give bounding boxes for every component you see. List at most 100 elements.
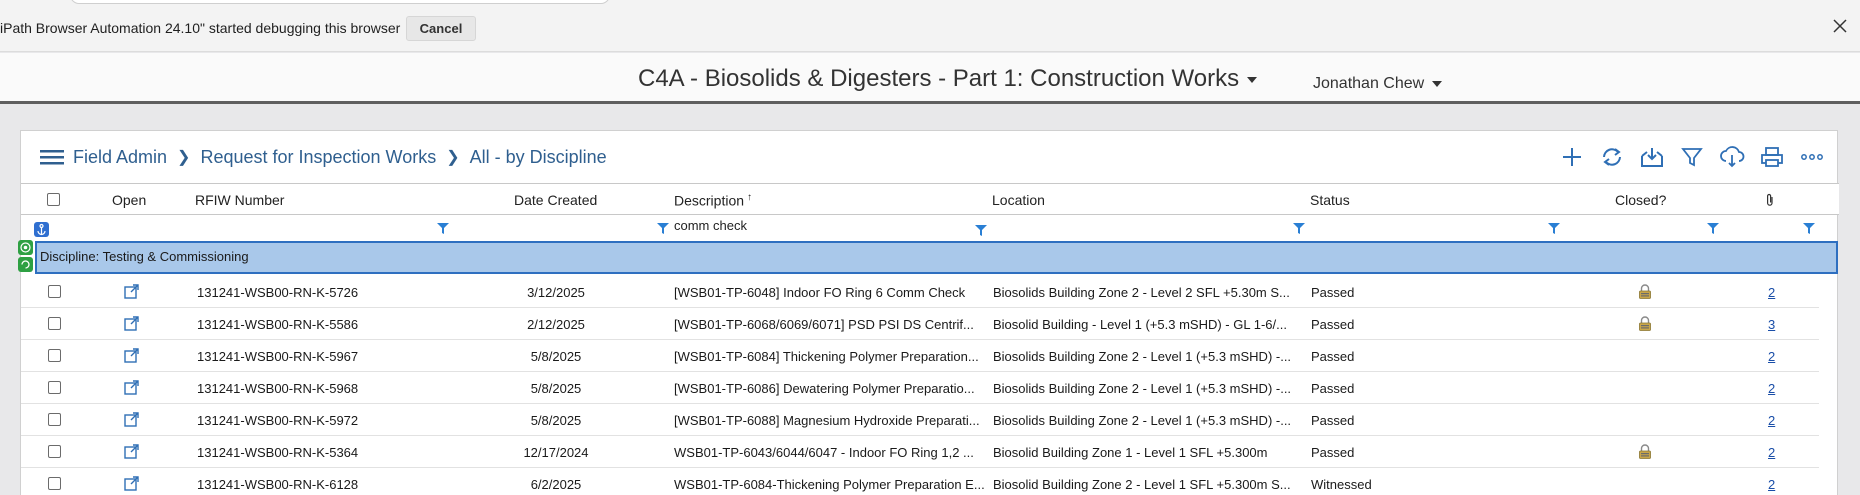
column-header-location[interactable]: Location (992, 192, 1045, 208)
attachments-link[interactable]: 2 (1768, 413, 1775, 428)
cell-status: Passed (1311, 285, 1355, 300)
table-row[interactable]: 131241-WSB00-RN-K-5586 2/12/2025 [WSB01-TP… (21, 308, 1819, 340)
cell-rfiw-number: 131241-WSB00-RN-K-5364 (197, 445, 359, 460)
table-row[interactable]: 131241-WSB00-RN-K-5972 5/8/2025 [WSB01-TP-… (21, 404, 1819, 436)
row-checkbox[interactable] (48, 477, 61, 490)
attachments-link[interactable]: 2 (1768, 381, 1775, 396)
cell-rfiw-number: 131241-WSB00-RN-K-5972 (197, 413, 359, 428)
anchor-icon[interactable] (34, 222, 49, 237)
address-bar-fragment[interactable] (70, 0, 610, 4)
row-checkbox[interactable] (48, 445, 61, 458)
filter-funnel-icon[interactable] (437, 221, 449, 234)
print-icon[interactable] (1755, 143, 1789, 171)
add-icon[interactable] (1555, 143, 1589, 171)
breadcrumb-request-inspection-works[interactable]: Request for Inspection Works (200, 147, 436, 168)
user-menu[interactable]: Jonathan Chew (1313, 75, 1443, 93)
row-checkbox[interactable] (48, 349, 61, 362)
cell-description: WSB01-TP-6084-Thickening Polymer Prepara… (674, 477, 985, 492)
column-header-closed[interactable]: Closed? (1615, 192, 1666, 208)
select-all-checkbox[interactable] (47, 193, 60, 206)
cell-location: Biosolid Building Zone 2 - Level 1 SFL +… (993, 477, 1291, 492)
cell-status: Passed (1311, 317, 1355, 332)
debug-banner: iPath Browser Automation 24.10" started … (0, 0, 1860, 52)
cell-location: Biosolids Building Zone 2 - Level 1 (+5.… (993, 349, 1292, 364)
lock-icon (1638, 444, 1652, 459)
lock-icon (1638, 284, 1652, 299)
open-external-icon[interactable] (124, 444, 140, 459)
hamburger-menu-icon[interactable] (39, 148, 65, 166)
toolbar (1555, 143, 1829, 171)
project-selector[interactable]: C4A - Biosolids & Digesters - Part 1: Co… (638, 65, 1258, 93)
cancel-debug-button[interactable]: Cancel (406, 16, 476, 41)
grid-header: Open RFIW Number Date Created Descriptio… (21, 183, 1839, 215)
chevron-right-icon: ❯ (177, 149, 191, 166)
cell-status: Passed (1311, 445, 1355, 460)
refresh-badge-icon[interactable] (18, 257, 33, 272)
row-checkbox[interactable] (48, 381, 61, 394)
row-checkbox[interactable] (48, 317, 61, 330)
row-checkbox[interactable] (48, 285, 61, 298)
cell-rfiw-number: 131241-WSB00-RN-K-5726 (197, 285, 359, 300)
more-icon[interactable] (1795, 143, 1829, 171)
table-row[interactable]: 131241-WSB00-RN-K-5364 12/17/2024 WSB01-TP… (21, 436, 1819, 468)
column-header-date-created[interactable]: Date Created (514, 192, 597, 208)
table-row[interactable]: 131241-WSB00-RN-K-6128 6/2/2025 WSB01-TP-6… (21, 468, 1819, 495)
refresh-icon[interactable] (1595, 143, 1629, 171)
attachments-link[interactable]: 3 (1768, 317, 1775, 332)
debug-message: iPath Browser Automation 24.10" started … (0, 20, 401, 36)
open-external-icon[interactable] (124, 284, 140, 299)
breadcrumb-field-admin[interactable]: Field Admin (73, 147, 167, 168)
filter-funnel-icon[interactable] (657, 221, 669, 234)
column-header-description[interactable]: Description ↑ (674, 192, 752, 209)
cell-description: WSB01-TP-6043/6044/6047 - Indoor FO Ring… (674, 445, 974, 460)
target-icon[interactable] (18, 240, 33, 255)
breadcrumb-all-by-discipline[interactable]: All - by Discipline (470, 147, 607, 168)
user-name: Jonathan Chew (1313, 75, 1425, 92)
import-icon[interactable] (1635, 143, 1669, 171)
filter-row: comm check (21, 216, 1839, 236)
cell-date-created: 5/8/2025 (530, 381, 582, 396)
cell-rfiw-number: 131241-WSB00-RN-K-5968 (197, 381, 359, 396)
header-divider (0, 101, 1860, 104)
filter-funnel-icon[interactable] (1548, 221, 1560, 234)
main-panel: Field Admin ❯ Request for Inspection Wor… (18, 130, 1839, 495)
open-external-icon[interactable] (124, 316, 140, 331)
chevron-right-icon: ❯ (446, 149, 460, 166)
cell-date-created: 2/12/2025 (527, 317, 585, 332)
cell-date-created: 3/12/2025 (527, 285, 585, 300)
filter-funnel-icon[interactable] (975, 223, 987, 236)
cell-description: [WSB01-TP-6084] Thickening Polymer Prepa… (674, 349, 979, 364)
cell-date-created: 5/8/2025 (530, 349, 582, 364)
cell-location: Biosolids Building Zone 2 - Level 1 (+5.… (993, 413, 1292, 428)
open-external-icon[interactable] (124, 476, 140, 491)
attachments-link[interactable]: 2 (1768, 349, 1775, 364)
filter-icon[interactable] (1675, 143, 1709, 171)
open-external-icon[interactable] (124, 348, 140, 363)
paperclip-icon[interactable] (1765, 193, 1775, 210)
close-icon[interactable] (1830, 16, 1850, 36)
table-row[interactable]: 131241-WSB00-RN-K-5726 3/12/2025 [WSB01-TP… (21, 276, 1819, 308)
group-row-discipline[interactable]: Discipline: Testing & Commissioning (35, 241, 1838, 274)
cell-rfiw-number: 131241-WSB00-RN-K-5967 (197, 349, 359, 364)
description-filter-input[interactable]: comm check (674, 218, 747, 233)
attachments-link[interactable]: 2 (1768, 445, 1775, 460)
column-header-description-label: Description (674, 192, 745, 209)
column-header-open[interactable]: Open (112, 192, 146, 208)
attachments-link[interactable]: 2 (1768, 477, 1775, 492)
open-external-icon[interactable] (124, 380, 140, 395)
chevron-down-icon (1247, 76, 1258, 83)
table-row[interactable]: 131241-WSB00-RN-K-5968 5/8/2025 [WSB01-TP-… (21, 372, 1819, 404)
open-external-icon[interactable] (124, 412, 140, 427)
column-header-rfiw-number[interactable]: RFIW Number (195, 192, 284, 208)
attachments-link[interactable]: 2 (1768, 285, 1775, 300)
cell-rfiw-number: 131241-WSB00-RN-K-5586 (197, 317, 359, 332)
cell-status: Passed (1311, 381, 1355, 396)
row-checkbox[interactable] (48, 413, 61, 426)
cell-location: Biosolid Building Zone 1 - Level 1 SFL +… (993, 445, 1268, 460)
filter-funnel-icon[interactable] (1803, 221, 1815, 234)
column-header-status[interactable]: Status (1310, 192, 1350, 208)
filter-funnel-icon[interactable] (1707, 221, 1719, 234)
table-row[interactable]: 131241-WSB00-RN-K-5967 5/8/2025 [WSB01-TP-… (21, 340, 1819, 372)
cloud-download-icon[interactable] (1715, 143, 1749, 171)
filter-funnel-icon[interactable] (1293, 221, 1305, 234)
